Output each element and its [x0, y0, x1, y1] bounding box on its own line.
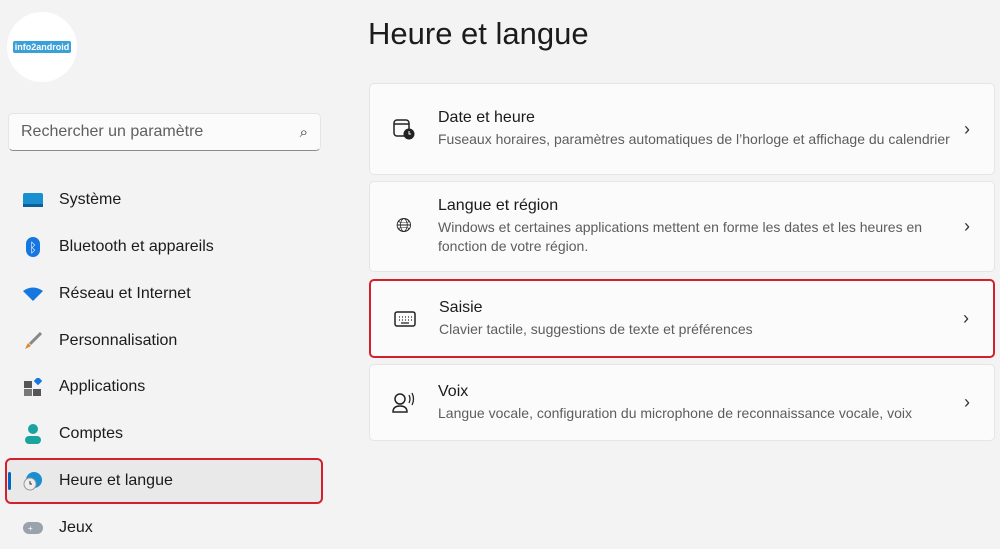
sidebar-item-label: Système	[59, 191, 122, 208]
calendar-clock-icon	[370, 118, 438, 140]
svg-text:+: +	[28, 524, 33, 533]
speech-icon	[370, 392, 438, 414]
sidebar-item-label: Réseau et Internet	[59, 285, 191, 302]
search-icon[interactable]: ⌕	[300, 124, 308, 141]
chevron-right-icon: ›	[963, 308, 969, 328]
monitor-icon	[7, 193, 59, 207]
bluetooth-icon: ᛒ	[7, 237, 59, 257]
sidebar-item-label: Jeux	[59, 519, 93, 536]
sidebar-item-comptes[interactable]: Comptes	[7, 413, 321, 455]
sidebar-item-heure-et-langue[interactable]: Heure et langue	[5, 458, 323, 504]
card-desc: Windows et certaines applications metten…	[438, 219, 923, 254]
card-desc: Fuseaux horaires, paramètres automatique…	[438, 131, 950, 147]
card-title: Saisie	[439, 298, 483, 316]
person-icon	[7, 424, 59, 444]
wifi-icon	[7, 287, 59, 301]
sidebar-item-label: Applications	[59, 378, 146, 395]
chevron-right-icon: ›	[964, 392, 970, 412]
gamepad-icon: +	[7, 522, 59, 534]
chevron-right-icon: ›	[964, 118, 970, 139]
keyboard-icon	[371, 310, 439, 327]
profile-logo: info2android	[7, 12, 77, 82]
chevron-right-icon: ›	[964, 216, 970, 236]
logo-text: info2android	[12, 41, 72, 53]
language-icon: 🌐︎	[396, 215, 412, 237]
globe-clock-icon	[7, 471, 59, 491]
card-date-et-heure[interactable]: Date et heure Fuseaux horaires, paramètre…	[369, 83, 995, 175]
card-desc: Clavier tactile, suggestions de texte et…	[439, 320, 753, 337]
sidebar-item-jeux[interactable]: + Jeux	[7, 507, 321, 549]
search-box[interactable]: ⌕	[8, 113, 321, 151]
card-title: Date et heure	[438, 109, 535, 126]
card-title: Voix	[438, 382, 469, 400]
apps-icon	[7, 378, 59, 396]
sidebar-item-label: Heure et langue	[59, 472, 173, 489]
sidebar-item-applications[interactable]: Applications	[7, 366, 321, 408]
sidebar-item-label: Personnalisation	[59, 332, 178, 349]
sidebar-item-reseau[interactable]: Réseau et Internet	[7, 273, 321, 315]
card-desc: Langue vocale, configuration du micropho…	[438, 404, 912, 421]
card-langue-et-region[interactable]: 🌐︎ Langue et région Windows et certaines …	[369, 181, 995, 272]
card-voix[interactable]: Voix Langue vocale, configuration du micr…	[369, 364, 995, 441]
card-saisie[interactable]: Saisie Clavier tactile, suggestions de te…	[369, 279, 995, 358]
page-title: Heure et langue	[368, 16, 589, 51]
svg-text:ᛒ: ᛒ	[29, 240, 37, 255]
sidebar-item-personnalisation[interactable]: Personnalisation	[7, 320, 321, 362]
search-input[interactable]	[21, 123, 300, 141]
sidebar-item-label: Comptes	[59, 425, 124, 442]
brush-icon	[7, 332, 59, 350]
sidebar-item-systeme[interactable]: Système	[7, 179, 321, 221]
sidebar-item-label: Bluetooth et appareils	[59, 238, 214, 255]
card-title: Langue et région	[438, 197, 559, 214]
sidebar-item-bluetooth[interactable]: ᛒ Bluetooth et appareils	[7, 226, 321, 268]
